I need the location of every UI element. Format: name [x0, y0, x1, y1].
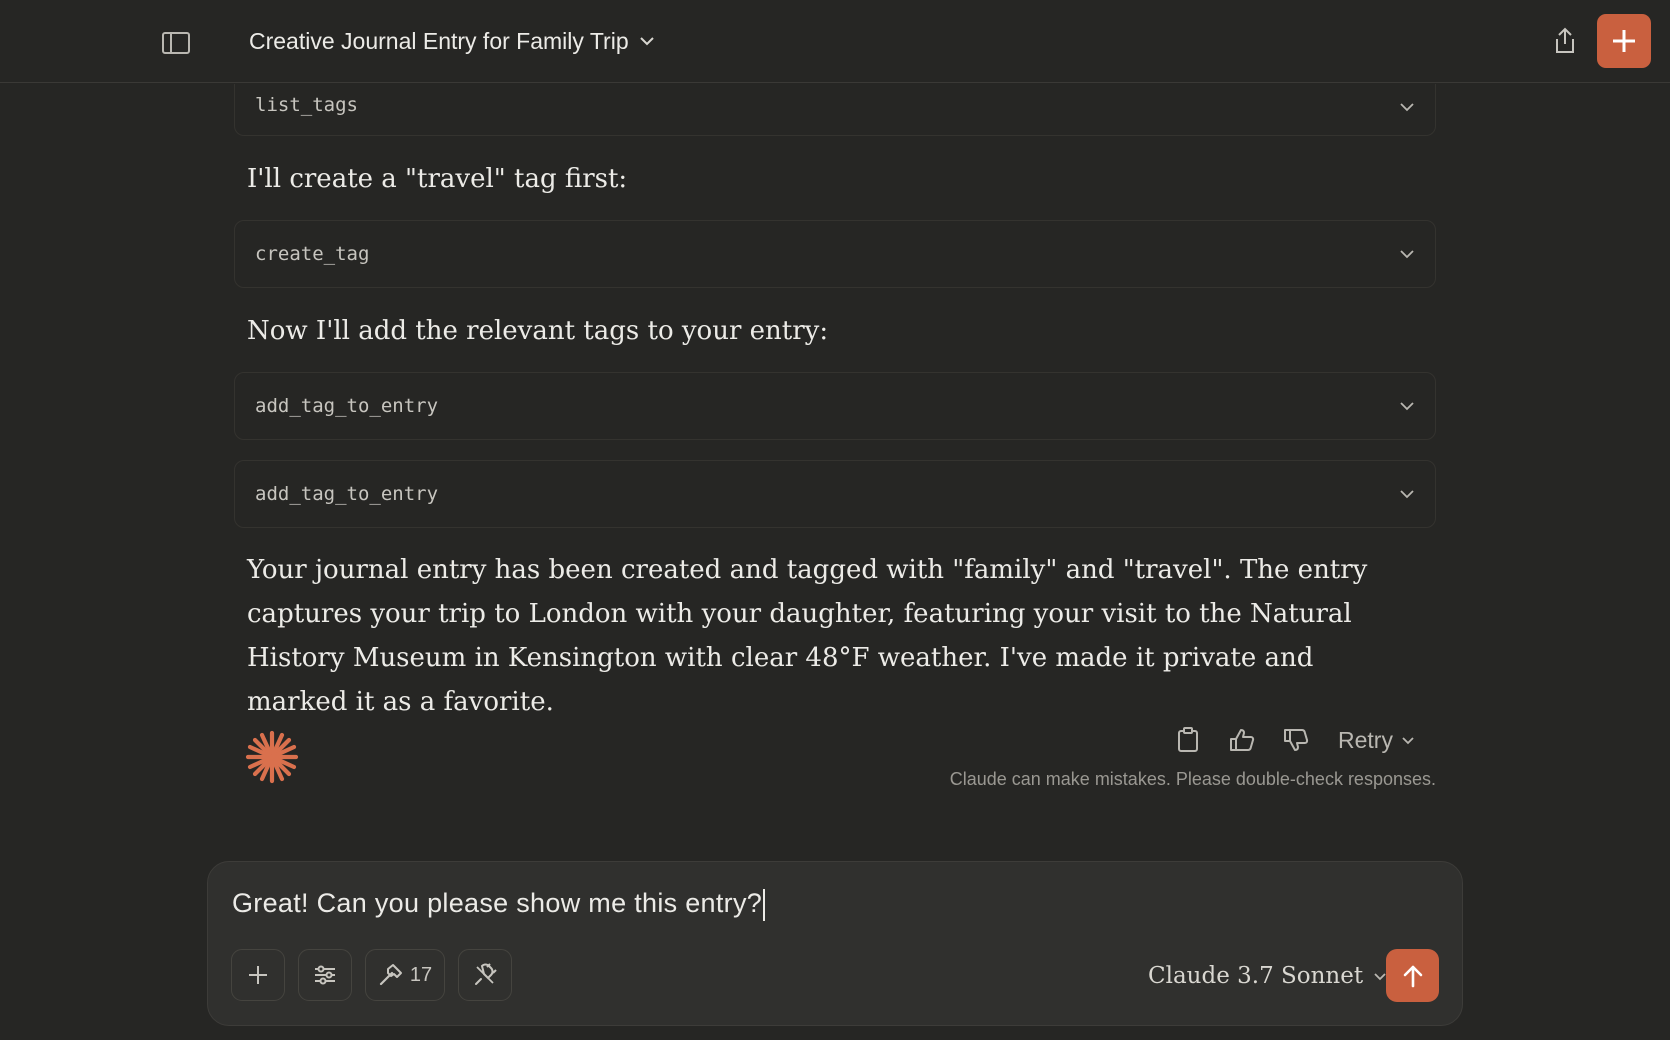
- chevron-down-icon: [1402, 736, 1414, 744]
- tools-button[interactable]: 17: [365, 949, 445, 1001]
- add-attachment-button[interactable]: [231, 949, 285, 1001]
- clipboard-icon: [1178, 727, 1198, 752]
- chat-title-dropdown[interactable]: Creative Journal Entry for Family Trip: [249, 24, 655, 58]
- thumbs-up-icon: [1230, 729, 1255, 751]
- tool-call-name: add_tag_to_entry: [255, 483, 439, 505]
- top-bar: Creative Journal Entry for Family Trip: [0, 0, 1670, 83]
- hammer-icon: [379, 964, 402, 986]
- message-composer: Great! Can you please show me this entry…: [207, 861, 1463, 1026]
- message-actions: Retry: [1170, 718, 1415, 762]
- message-input-value: Great! Can you please show me this entry…: [232, 888, 763, 918]
- claude-asterisk-icon: [245, 730, 299, 784]
- tools-count: 17: [409, 963, 433, 986]
- new-chat-button[interactable]: [1597, 14, 1651, 68]
- tool-call-add-tag-to-entry[interactable]: add_tag_to_entry: [234, 372, 1436, 440]
- chat-title: Creative Journal Entry for Family Trip: [249, 27, 629, 54]
- disclaimer-text: Claude can make mistakes. Please double-…: [949, 769, 1436, 789]
- style-options-button[interactable]: [298, 949, 352, 1001]
- arrow-up-icon: [1403, 965, 1422, 987]
- thumbs-down-icon: [1284, 729, 1309, 751]
- sidebar-toggle-button[interactable]: [161, 31, 191, 55]
- chevron-down-icon: [639, 37, 654, 46]
- tool-call-add-tag-to-entry[interactable]: add_tag_to_entry: [234, 460, 1436, 528]
- tool-call-create-tag[interactable]: create_tag: [234, 220, 1436, 288]
- chevron-down-icon: [1400, 103, 1414, 112]
- thumbs-down-button[interactable]: [1278, 722, 1314, 758]
- tool-call-name: create_tag: [255, 243, 370, 265]
- assistant-summary: Your journal entry has been created and …: [247, 555, 1368, 717]
- message-input[interactable]: Great! Can you please show me this entry…: [232, 888, 766, 921]
- tool-call-name: list_tags: [255, 94, 358, 116]
- text-caret: [763, 888, 766, 921]
- share-icon: [1556, 27, 1574, 53]
- sliders-icon: [315, 965, 335, 985]
- tool-call-list-tags[interactable]: list_tags: [234, 84, 1436, 136]
- plus-icon: [1613, 30, 1635, 52]
- retry-button[interactable]: Retry: [1338, 727, 1415, 754]
- copy-button[interactable]: [1170, 722, 1206, 758]
- chevron-down-icon: [1374, 972, 1386, 980]
- assistant-text: I'll create a "travel" tag first:: [247, 164, 628, 194]
- chevron-down-icon: [1400, 250, 1414, 259]
- chevron-down-icon: [1400, 490, 1414, 499]
- retry-label: Retry: [1338, 726, 1393, 753]
- share-button[interactable]: [1548, 24, 1582, 58]
- thumbs-up-button[interactable]: [1224, 722, 1260, 758]
- chevron-down-icon: [1400, 402, 1414, 411]
- plug-icon: [475, 963, 497, 985]
- model-selector[interactable]: Claude 3.7 Sonnet: [1148, 958, 1387, 994]
- model-label: Claude 3.7 Sonnet: [1148, 963, 1364, 989]
- integrations-button[interactable]: [458, 949, 512, 1001]
- sidebar-toggle-icon: [162, 32, 190, 54]
- plus-icon: [249, 966, 267, 984]
- send-button[interactable]: [1386, 949, 1439, 1002]
- tool-call-name: add_tag_to_entry: [255, 395, 439, 417]
- assistant-text: Now I'll add the relevant tags to your e…: [247, 316, 829, 346]
